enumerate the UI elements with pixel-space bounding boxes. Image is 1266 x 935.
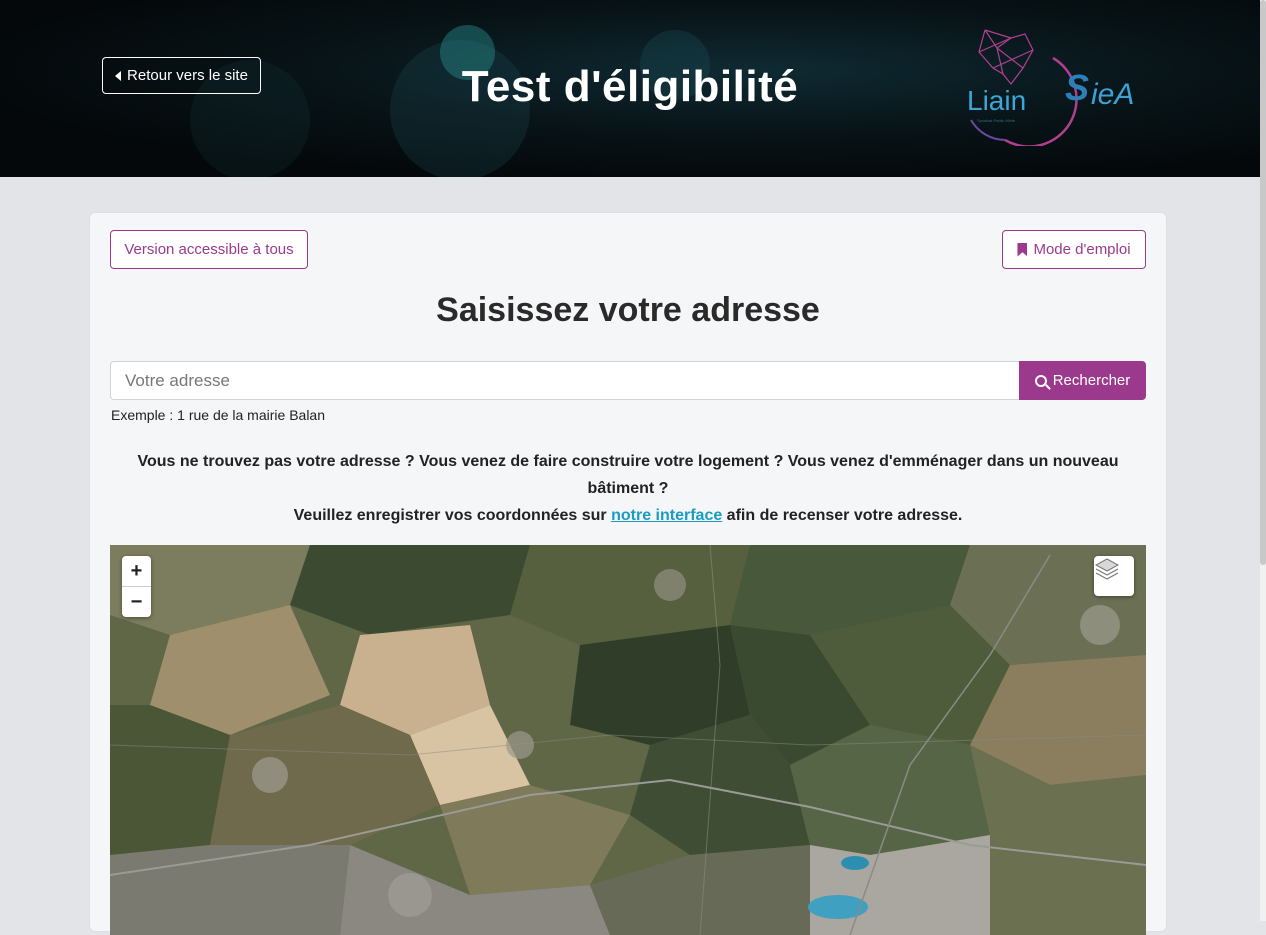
liain-siea-logo: Liain Syndicat Public Mixte S ieA — [945, 28, 1160, 148]
search-button-label: Rechercher — [1052, 372, 1131, 389]
layers-icon — [1094, 558, 1120, 580]
layers-control-button[interactable] — [1094, 556, 1134, 596]
info-line-2-before: Veuillez enregistrer vos coordonnées sur — [293, 507, 612, 524]
satellite-map[interactable]: + − — [110, 545, 1146, 935]
accessible-version-button[interactable]: Version accessible à tous — [110, 230, 308, 269]
eligibility-card: Version accessible à tous Mode d'emploi … — [89, 212, 1167, 935]
svg-text:S: S — [1065, 67, 1089, 108]
user-manual-label: Mode d'emploi — [1033, 241, 1131, 258]
satellite-imagery — [110, 545, 1146, 935]
search-icon — [1034, 374, 1047, 387]
svg-text:ieA: ieA — [1091, 78, 1134, 111]
header-banner: Retour vers le site Test d'éligibilité L… — [0, 0, 1260, 177]
info-line-2-after: afin de recenser votre adresse. — [722, 507, 963, 524]
info-line-2: Veuillez enregistrer vos coordonnées sur… — [110, 502, 1146, 529]
map-zoom-control: + − — [122, 556, 151, 617]
interface-link[interactable]: notre interface — [611, 507, 722, 524]
address-section-title: Saisissez votre adresse — [436, 291, 820, 329]
logo-liain-text: Liain — [967, 85, 1026, 116]
scrollbar-thumb[interactable] — [1260, 0, 1266, 565]
svg-text:Syndicat Public Mixte: Syndicat Public Mixte — [977, 118, 1016, 123]
zoom-in-button[interactable]: + — [122, 556, 151, 586]
missing-address-info: Vous ne trouvez pas votre adresse ? Vous… — [110, 448, 1146, 529]
accessible-version-label: Version accessible à tous — [124, 241, 294, 258]
user-manual-button[interactable]: Mode d'emploi — [1002, 230, 1146, 269]
info-line-1: Vous ne trouvez pas votre adresse ? Vous… — [137, 453, 1119, 497]
zoom-out-button[interactable]: − — [122, 586, 151, 617]
address-example: Exemple : 1 rue de la mairie Balan — [111, 407, 325, 423]
address-search-bar: Rechercher — [110, 361, 1146, 400]
search-button[interactable]: Rechercher — [1019, 361, 1146, 400]
page-scrollbar[interactable] — [1260, 0, 1266, 921]
address-input[interactable] — [110, 361, 1019, 400]
bookmark-icon — [1017, 242, 1028, 257]
